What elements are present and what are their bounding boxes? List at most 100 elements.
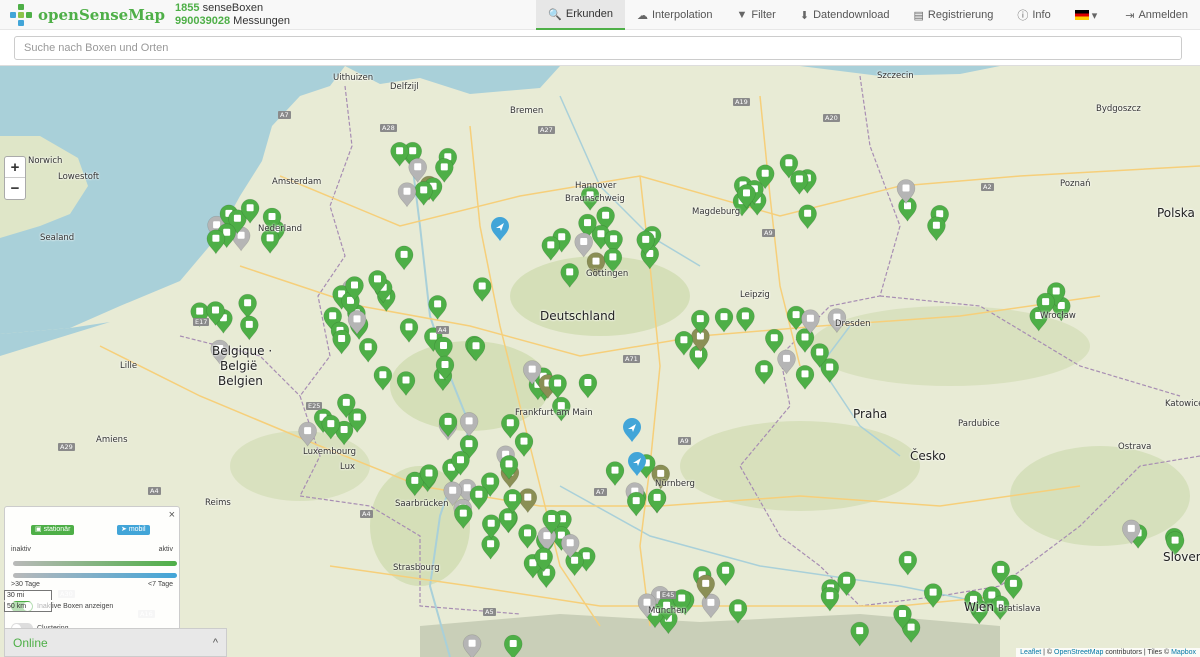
sensebox-marker[interactable]	[373, 365, 393, 391]
place-label: A9	[762, 229, 775, 237]
sensebox-marker[interactable]	[548, 374, 567, 400]
download-icon: ⬇	[799, 9, 810, 22]
sensebox-marker[interactable]	[394, 245, 414, 271]
sensebox-marker[interactable]	[578, 373, 598, 399]
place-label: Braunschweig	[565, 194, 625, 204]
nav-erkunden[interactable]: 🔍 Erkunden	[536, 0, 625, 30]
close-icon[interactable]: ×	[169, 509, 175, 521]
sensebox-marker[interactable]	[605, 461, 625, 487]
sensebox-marker[interactable]	[820, 586, 840, 612]
sensebox-marker[interactable]	[472, 277, 492, 303]
sensebox-marker[interactable]	[754, 359, 774, 385]
sensebox-marker[interactable]	[206, 229, 226, 255]
place-label: A4	[360, 510, 373, 518]
sensebox-marker[interactable]	[777, 349, 796, 375]
search-bar	[0, 30, 1200, 66]
recent-label: <7 Tage	[148, 581, 173, 588]
place-label: Bratislava	[998, 604, 1041, 614]
place-label: A20	[823, 114, 840, 122]
sensebox-marker[interactable]	[647, 488, 667, 514]
sensebox-marker[interactable]	[397, 182, 417, 208]
sensebox-marker[interactable]	[390, 142, 409, 167]
sensebox-marker[interactable]	[481, 534, 500, 560]
sensebox-marker[interactable]	[541, 236, 561, 261]
sensebox-marker[interactable]	[481, 514, 501, 540]
zoom-in-button[interactable]: +	[5, 157, 25, 178]
sensebox-marker[interactable]	[1004, 574, 1023, 600]
place-label: A27	[538, 126, 555, 134]
language-dropdown[interactable]: ▾	[1063, 0, 1114, 30]
place-label: Poznań	[1060, 179, 1091, 189]
old-label: >30 Tage	[11, 581, 40, 588]
sensebox-marker[interactable]	[399, 318, 419, 343]
nav-interpolation[interactable]: ☁ Interpolation	[625, 0, 725, 30]
nav-datendownload[interactable]: ⬇ Datendownload	[788, 0, 902, 30]
sensebox-marker[interactable]	[626, 491, 646, 517]
sensebox-marker[interactable]	[428, 295, 447, 320]
sensebox-marker[interactable]	[574, 232, 594, 258]
osm-link[interactable]: OpenStreetMap	[1054, 649, 1103, 656]
sensebox-marker[interactable]	[714, 307, 734, 333]
place-label: A29	[58, 443, 75, 451]
nav-filter[interactable]: ▼ Filter	[725, 0, 788, 30]
chevron-up-icon[interactable]: ^	[213, 637, 218, 649]
place-label: A9	[678, 437, 691, 445]
sensebox-marker[interactable]	[898, 550, 918, 576]
sensebox-marker[interactable]	[358, 337, 378, 363]
place-label: Lowestoft	[58, 172, 100, 182]
sensebox-marker[interactable]	[927, 216, 946, 242]
sensebox-marker[interactable]	[498, 508, 518, 533]
place-label: A7	[594, 488, 607, 496]
zoom-out-button[interactable]: −	[5, 178, 25, 199]
sensebox-marker[interactable]	[438, 412, 458, 438]
sensebox-marker[interactable]	[716, 561, 735, 587]
place-label: Pardubice	[958, 419, 1000, 429]
place-label: Frankfurt am Main	[515, 408, 593, 418]
place-label: Strasbourg	[393, 563, 440, 573]
sensebox-marker[interactable]	[459, 412, 479, 437]
place-label: Polska	[1157, 206, 1195, 220]
boxes-count: 1855	[175, 2, 200, 14]
mobile-box-marker[interactable]	[491, 217, 509, 241]
place-label: A4	[436, 326, 449, 334]
sensebox-marker[interactable]	[736, 307, 755, 332]
status-panel[interactable]: Online ^	[4, 628, 227, 657]
place-label: München	[648, 606, 687, 616]
sensebox-marker[interactable]	[240, 315, 259, 341]
sensebox-marker[interactable]	[238, 293, 257, 319]
stationary-gradient-bar	[13, 561, 177, 566]
place-label: E45	[660, 591, 677, 599]
place-label: A5	[483, 608, 496, 616]
sensebox-marker[interactable]	[332, 329, 351, 355]
sensebox-marker[interactable]	[469, 485, 489, 511]
place-label: Luxembourg	[303, 447, 356, 457]
mapbox-link[interactable]: Mapbox	[1171, 649, 1196, 656]
nav-registrierung[interactable]: ▤ Registrierung	[902, 0, 1006, 30]
mobile-box-marker[interactable]	[623, 418, 641, 442]
place-label: Uithuizen	[333, 73, 374, 83]
place-label: Wrocław	[1040, 311, 1076, 321]
brand[interactable]: openSenseMap 1855 senseBoxen 990039028 M…	[0, 0, 290, 30]
sensebox-marker[interactable]	[795, 365, 815, 390]
caret-down-icon: ▾	[1091, 9, 1098, 22]
sensebox-marker[interactable]	[518, 524, 537, 549]
place-label: Amsterdam	[272, 177, 322, 187]
leaflet-link[interactable]: Leaflet	[1020, 649, 1041, 656]
place-label: Slovensko	[1163, 550, 1200, 564]
sensebox-marker[interactable]	[798, 204, 817, 230]
stationary-badge: ▣ stationär	[31, 525, 75, 535]
place-label: Praha	[853, 407, 888, 421]
nav-info[interactable]: ⓘ Info	[1005, 0, 1062, 30]
place-label: Bydgoszcz	[1096, 104, 1141, 114]
map[interactable]: Norwich Lowestoft Sealand Uithuizen Delfzijl…	[0, 66, 1200, 657]
place-label: A7	[278, 111, 291, 119]
status-label: Online	[13, 635, 48, 650]
sensebox-marker[interactable]	[764, 328, 784, 354]
attribution-text: contributors | Tiles ©	[1103, 649, 1172, 656]
sensebox-marker[interactable]	[837, 571, 856, 597]
nav-label: Filter	[751, 9, 776, 21]
sensebox-marker[interactable]	[514, 432, 534, 458]
place-label: Nederland	[258, 224, 303, 234]
search-input[interactable]	[14, 36, 1182, 60]
nav-anmelden[interactable]: ⇥ Anmelden	[1113, 0, 1200, 30]
